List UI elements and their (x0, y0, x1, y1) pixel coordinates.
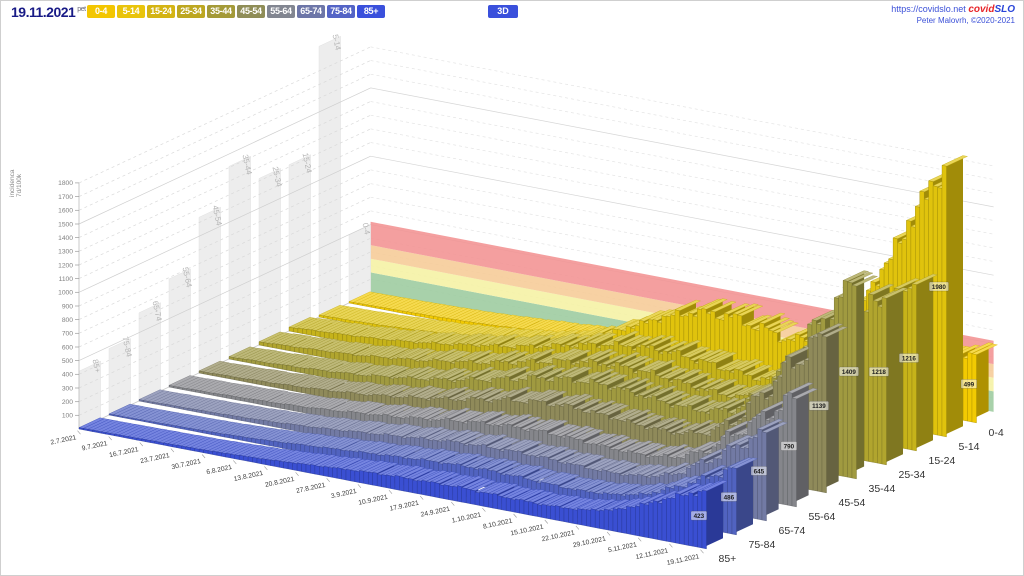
svg-text:200: 200 (62, 399, 73, 406)
age-button-55-64[interactable]: 55-64 (267, 5, 295, 18)
svg-text:24.9.2021: 24.9.2021 (420, 506, 451, 519)
svg-text:23.7.2021: 23.7.2021 (140, 452, 171, 465)
svg-text:30.7.2021: 30.7.2021 (171, 458, 202, 471)
age-button-45-54[interactable]: 45-54 (237, 5, 265, 18)
svg-text:5-14: 5-14 (959, 441, 980, 453)
app-window: 85+ 75-84 65-74 55-64 45-54 35-44 25-34 15-24 5-… (0, 0, 1024, 576)
view-3d-button[interactable]: 3D (488, 5, 518, 18)
svg-text:1218: 1218 (872, 369, 887, 376)
svg-text:75-84: 75-84 (749, 539, 776, 551)
svg-text:0-4: 0-4 (989, 427, 1004, 439)
svg-text:800: 800 (62, 317, 73, 324)
age-filter-buttons: 0-4 5-14 15-24 25-34 35-44 45-54 55-64 65-74 75-… (87, 5, 385, 18)
svg-text:1700: 1700 (58, 194, 73, 201)
svg-text:15-24: 15-24 (929, 455, 956, 467)
svg-text:486: 486 (724, 494, 735, 501)
svg-text:499: 499 (964, 381, 975, 388)
svg-text:1500: 1500 (58, 221, 73, 228)
svg-text:1216: 1216 (902, 355, 917, 362)
svg-text:12.11.2021: 12.11.2021 (635, 547, 669, 561)
svg-text:1100: 1100 (59, 276, 74, 283)
svg-text:15.10.2021: 15.10.2021 (510, 524, 544, 538)
svg-text:300: 300 (62, 385, 73, 392)
svg-text:1980: 1980 (932, 284, 947, 291)
svg-text:790: 790 (784, 443, 795, 450)
svg-text:500: 500 (62, 358, 73, 365)
svg-text:17.9.2021: 17.9.2021 (389, 500, 420, 513)
svg-text:400: 400 (62, 372, 73, 379)
incidence-3d-chart: 85+ 75-8465-7455-6445-5435-4425-3415-245-… (9, 34, 1004, 567)
svg-text:22.10.2021: 22.10.2021 (541, 529, 575, 543)
current-date: 19.11.2021 pet (11, 4, 86, 20)
svg-text:9.7.2021: 9.7.2021 (81, 440, 108, 452)
svg-text:5.11.2021: 5.11.2021 (608, 541, 638, 554)
brand-logo: covidSLO (968, 4, 1015, 15)
age-button-75-84[interactable]: 75-84 (327, 5, 355, 18)
age-button-85+[interactable]: 85+ (357, 5, 385, 18)
svg-text:13.8.2021: 13.8.2021 (233, 470, 264, 483)
svg-text:1000: 1000 (58, 290, 73, 297)
svg-text:1600: 1600 (58, 208, 73, 215)
svg-text:1400: 1400 (58, 235, 73, 242)
age-button-5-14[interactable]: 5-14 (117, 5, 145, 18)
age-button-65-74[interactable]: 65-74 (297, 5, 325, 18)
svg-text:45-54: 45-54 (839, 497, 866, 509)
age-button-0-4[interactable]: 0-4 (87, 5, 115, 18)
svg-text:55-64: 55-64 (809, 511, 836, 523)
site-link[interactable]: https://covidslo.net (891, 4, 966, 14)
svg-text:600: 600 (62, 344, 73, 351)
svg-text:2.7.2021: 2.7.2021 (50, 434, 77, 446)
svg-text:29.10.2021: 29.10.2021 (572, 535, 606, 549)
age-button-35-44[interactable]: 35-44 (207, 5, 235, 18)
header: 19.11.2021 pet 0-4 5-14 15-24 25-34 35-44 45-5… (1, 1, 1023, 26)
svg-text:20.8.2021: 20.8.2021 (264, 476, 295, 489)
svg-text:1200: 1200 (58, 262, 73, 269)
svg-text:1300: 1300 (58, 249, 73, 256)
svg-text:27.8.2021: 27.8.2021 (296, 482, 327, 495)
svg-text:19.11.2021: 19.11.2021 (666, 553, 700, 567)
svg-text:645: 645 (754, 468, 765, 475)
svg-text:700: 700 (62, 331, 73, 338)
svg-text:1800: 1800 (58, 180, 73, 187)
svg-text:3.9.2021: 3.9.2021 (330, 488, 357, 500)
svg-text:8.10.2021: 8.10.2021 (482, 518, 513, 531)
svg-text:423: 423 (694, 513, 705, 520)
svg-text:6.8.2021: 6.8.2021 (206, 464, 233, 476)
age-button-15-24[interactable]: 15-24 (147, 5, 175, 18)
svg-text:7d/100k: 7d/100k (16, 173, 23, 197)
svg-text:1.10.2021: 1.10.2021 (451, 512, 482, 525)
weekday-suffix: pet (77, 6, 86, 14)
svg-text:10.9.2021: 10.9.2021 (358, 494, 389, 507)
svg-text:900: 900 (62, 303, 73, 310)
age-button-25-34[interactable]: 25-34 (177, 5, 205, 18)
svg-text:100: 100 (62, 413, 73, 420)
svg-text:35-44: 35-44 (869, 483, 896, 495)
brand-block: https://covidslo.net covidSLO Peter Malo… (891, 4, 1015, 26)
svg-text:25-34: 25-34 (899, 469, 926, 481)
svg-text:16.7.2021: 16.7.2021 (109, 446, 140, 459)
brand-slo: SLO (994, 4, 1015, 15)
svg-text:85+: 85+ (719, 553, 737, 565)
svg-text:1409: 1409 (842, 369, 857, 376)
svg-text:1139: 1139 (812, 403, 826, 410)
brand-covid: covid (968, 4, 995, 15)
svg-text:65-74: 65-74 (779, 525, 806, 537)
y-axis: 100 200 300 400 500 600 700 800 900 1000 1100 1200 1… (9, 169, 80, 429)
svg-text:incidenca: incidenca (9, 169, 16, 197)
credit: Peter Malovrh, ©2020-2021 (916, 16, 1015, 25)
